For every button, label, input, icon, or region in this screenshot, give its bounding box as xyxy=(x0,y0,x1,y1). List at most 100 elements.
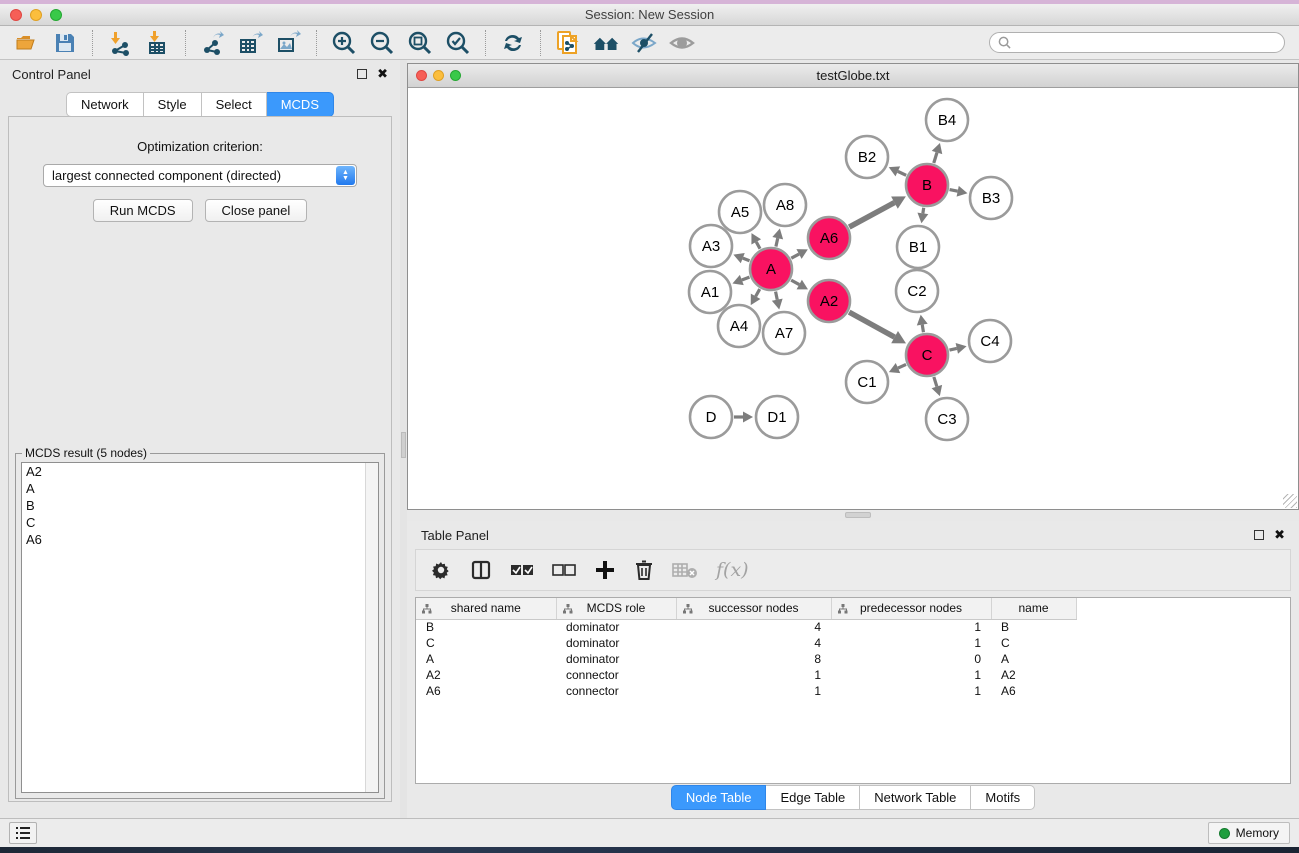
column-header-MCDS-role[interactable]: MCDS role xyxy=(556,598,676,619)
zoom-out-icon[interactable] xyxy=(368,29,396,57)
table-cell[interactable]: B xyxy=(991,619,1076,635)
edge-B-B3[interactable] xyxy=(950,190,958,192)
table-cell[interactable]: A xyxy=(416,651,556,667)
float-table-panel-icon[interactable] xyxy=(1254,530,1264,540)
table-cell[interactable]: connector xyxy=(556,667,676,683)
table-cell[interactable]: 8 xyxy=(676,651,831,667)
edge-C-C3[interactable] xyxy=(934,377,937,387)
zoom-selected-icon[interactable] xyxy=(444,29,472,57)
edge-B-B2[interactable] xyxy=(898,171,906,175)
table-row[interactable]: A2connector11A2 xyxy=(416,667,1290,683)
mcds-result-item[interactable]: A6 xyxy=(22,531,378,548)
criterion-dropdown[interactable]: largest connected component (directed) ▲… xyxy=(43,164,357,187)
tab-style[interactable]: Style xyxy=(144,92,202,117)
column-header-successor-nodes[interactable]: successor nodes xyxy=(676,598,831,619)
add-column-icon[interactable] xyxy=(594,559,616,581)
table-cell[interactable]: 1 xyxy=(831,683,991,699)
edge-A-A6[interactable] xyxy=(791,254,799,258)
tab-mcds[interactable]: MCDS xyxy=(267,92,334,117)
hide-panel-eye-icon[interactable] xyxy=(630,29,658,57)
edge-B-B1[interactable] xyxy=(923,208,924,214)
network-graph[interactable]: B4B2BB3A8A5A6A3B1AC2A1A2A4A7C4CC1DD1C3 xyxy=(408,89,1298,509)
table-row[interactable]: Bdominator41B xyxy=(416,619,1290,635)
table-cell[interactable]: dominator xyxy=(556,651,676,667)
tab-motifs[interactable]: Motifs xyxy=(971,785,1035,810)
edge-B-B4[interactable] xyxy=(934,152,937,163)
table-cell[interactable]: A2 xyxy=(991,667,1076,683)
vertical-split-divider[interactable] xyxy=(400,60,407,818)
network-canvas[interactable]: B4B2BB3A8A5A6A3B1AC2A1A2A4A7C4CC1DD1C3 xyxy=(408,89,1298,509)
mcds-result-item[interactable]: B xyxy=(22,497,378,514)
mcds-result-list[interactable]: A2ABCA6 xyxy=(21,462,379,793)
table-row[interactable]: Adominator80A xyxy=(416,651,1290,667)
table-cell[interactable]: A2 xyxy=(416,667,556,683)
table-cell[interactable]: C xyxy=(416,635,556,651)
table-cell[interactable]: A xyxy=(991,651,1076,667)
delete-table-icon[interactable] xyxy=(672,561,698,579)
import-table-icon[interactable] xyxy=(144,29,172,57)
table-cell[interactable]: 0 xyxy=(831,651,991,667)
function-builder-icon[interactable]: f(x) xyxy=(716,559,749,581)
edge-A-A1[interactable] xyxy=(742,277,750,280)
mcds-result-item[interactable]: A xyxy=(22,480,378,497)
refresh-layout-icon[interactable] xyxy=(499,29,527,57)
edge-A-A3[interactable] xyxy=(743,258,750,261)
horizontal-split-divider[interactable] xyxy=(407,510,1299,521)
table-cell[interactable]: B xyxy=(416,619,556,635)
edge-A-A5[interactable] xyxy=(756,242,760,249)
table-cell[interactable]: A6 xyxy=(991,683,1076,699)
edge-A-A8[interactable] xyxy=(776,238,778,246)
table-cell[interactable]: 1 xyxy=(676,683,831,699)
select-all-icon[interactable] xyxy=(510,561,534,579)
divider-grip[interactable] xyxy=(845,512,871,518)
edge-A-A7[interactable] xyxy=(776,292,778,300)
delete-column-icon[interactable] xyxy=(634,559,654,581)
show-panel-eye-icon[interactable] xyxy=(668,29,696,57)
search-input[interactable] xyxy=(1016,36,1276,50)
table-cell[interactable]: A6 xyxy=(416,683,556,699)
table-cell[interactable]: 1 xyxy=(676,667,831,683)
mcds-result-item[interactable]: C xyxy=(22,514,378,531)
result-list-scrollbar[interactable] xyxy=(365,463,378,792)
zoom-fit-icon[interactable] xyxy=(406,29,434,57)
search-box[interactable] xyxy=(989,32,1285,53)
resize-grip-icon[interactable] xyxy=(1283,494,1297,508)
close-panel-button[interactable]: Close panel xyxy=(205,199,308,222)
column-header-predecessor-nodes[interactable]: predecessor nodes xyxy=(831,598,991,619)
edge-C-C4[interactable] xyxy=(949,348,956,350)
edge-C-C1[interactable] xyxy=(898,364,906,368)
tab-node-table[interactable]: Node Table xyxy=(671,785,767,810)
table-cell[interactable]: connector xyxy=(556,683,676,699)
edge-C-C2[interactable] xyxy=(922,325,923,333)
table-cell[interactable]: 1 xyxy=(831,635,991,651)
node-table[interactable]: shared nameMCDS rolesuccessor nodesprede… xyxy=(415,597,1291,784)
run-mcds-button[interactable]: Run MCDS xyxy=(93,199,193,222)
table-cell[interactable]: dominator xyxy=(556,619,676,635)
zoom-in-icon[interactable] xyxy=(330,29,358,57)
home-icon[interactable] xyxy=(592,29,620,57)
export-image-icon[interactable] xyxy=(275,29,303,57)
task-history-button[interactable] xyxy=(9,822,37,844)
table-row[interactable]: A6connector11A6 xyxy=(416,683,1290,699)
settings-gear-icon[interactable] xyxy=(430,559,452,581)
column-header-shared-name[interactable]: shared name xyxy=(416,598,556,619)
save-session-icon[interactable] xyxy=(51,29,79,57)
edge-A2-C[interactable] xyxy=(849,312,894,337)
session-docs-icon[interactable] xyxy=(554,29,582,57)
tab-select[interactable]: Select xyxy=(202,92,267,117)
export-table-icon[interactable] xyxy=(237,29,265,57)
column-header-name[interactable]: name xyxy=(991,598,1076,619)
table-cell[interactable]: 4 xyxy=(676,619,831,635)
table-cell[interactable]: dominator xyxy=(556,635,676,651)
open-file-icon[interactable] xyxy=(13,29,41,57)
close-panel-icon[interactable]: ✖ xyxy=(377,69,388,79)
mcds-result-item[interactable]: A2 xyxy=(22,463,378,480)
column-layout-icon[interactable] xyxy=(470,559,492,581)
export-network-icon[interactable] xyxy=(199,29,227,57)
table-cell[interactable]: 4 xyxy=(676,635,831,651)
close-table-panel-icon[interactable]: ✖ xyxy=(1274,530,1285,540)
edge-A6-B[interactable] xyxy=(849,203,894,227)
memory-button[interactable]: Memory xyxy=(1208,822,1290,844)
table-cell[interactable]: 1 xyxy=(831,619,991,635)
table-row[interactable]: Cdominator41C xyxy=(416,635,1290,651)
